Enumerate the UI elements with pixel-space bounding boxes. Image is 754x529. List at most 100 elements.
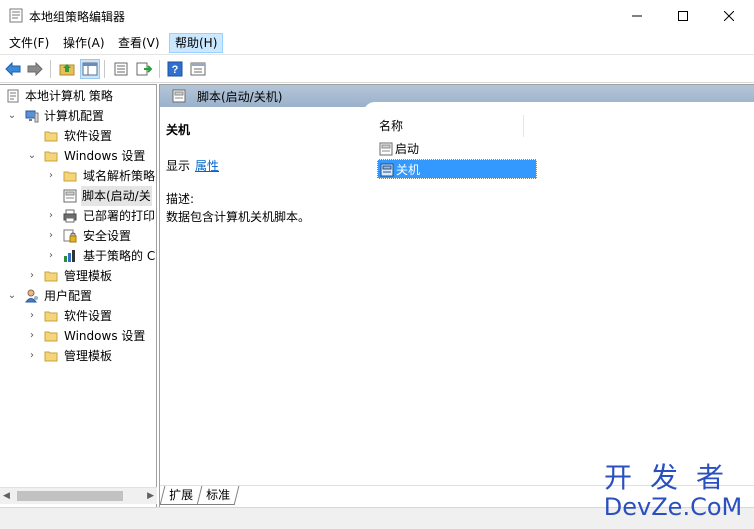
tree-item-user-config[interactable]: ⌄ 用户配置 [0,286,156,306]
console-view-button[interactable] [188,59,208,79]
title-bar: 本地组策略编辑器 [0,0,754,31]
extended-description-panel: 关机 显示 属性 描述: 数据包含计算机关机脚本。 [160,107,363,485]
items-list: 名称 启动 关机 [363,102,754,485]
tree-item-label: 用户配置 [44,289,93,303]
export-list-button[interactable] [134,59,154,79]
tab-label: 扩展 [169,488,194,502]
menu-view[interactable]: 查看(V) [113,33,165,53]
forward-button[interactable] [25,59,45,79]
tree-item-local-policy[interactable]: 本地计算机 策略 [0,86,156,106]
printer-icon [63,209,77,223]
menu-action[interactable]: 操作(A) [58,33,110,53]
chevron-right-icon[interactable]: › [27,306,37,326]
toolbar: ? [0,54,754,83]
tree-item-label: Windows 设置 [64,149,146,163]
chevron-right-icon[interactable]: › [46,226,56,246]
script-icon [63,189,77,203]
selected-item-title: 关机 [166,123,191,137]
script-icon [379,142,393,156]
tab-extended[interactable]: 扩展 [159,486,203,505]
column-divider[interactable] [523,115,524,137]
back-button[interactable] [3,59,23,79]
chevron-right-icon[interactable]: › [46,246,56,266]
maximize-button[interactable] [660,0,706,31]
toolbar-separator [159,60,160,78]
folder-icon [44,131,58,142]
tree-item-name-resolution[interactable]: › 域名解析策略 [0,166,156,186]
chevron-right-icon[interactable]: › [46,206,56,226]
toolbar-separator [50,60,51,78]
tree-item-label: 管理模板 [64,269,113,283]
menu-file[interactable]: 文件(F) [4,33,54,53]
menu-bar: 文件(F) 操作(A) 查看(V) 帮助(H) [0,31,754,54]
help-button[interactable]: ? [165,59,185,79]
tree-item-scripts[interactable]: 脚本(启动/关 [0,186,156,206]
close-button[interactable] [706,0,752,31]
bar-chart-icon [64,250,75,262]
tree-item-user-admin-templates[interactable]: › 管理模板 [0,346,156,366]
description-heading: 描述: [166,192,195,206]
chevron-right-icon[interactable]: › [27,346,37,366]
close-icon [724,10,734,21]
tree-horizontal-scrollbar[interactable]: ◀ ▶ [0,487,157,504]
folder-icon [44,151,58,162]
scroll-right-icon[interactable]: ▶ [147,491,154,501]
tree-item-label: 软件设置 [64,309,113,323]
tree-item-label: Windows 设置 [64,329,146,343]
show-hide-tree-icon [82,62,98,76]
description-text: 数据包含计算机关机脚本。 [166,210,311,224]
export-list-icon [136,62,152,76]
console-view-icon [190,62,206,76]
chevron-down-icon[interactable]: ⌄ [7,286,17,306]
policy-editor-icon [9,8,23,23]
forward-icon [27,62,43,76]
chevron-right-icon[interactable]: › [27,266,37,286]
up-folder-icon [59,64,75,76]
tree-item-label: 脚本(启动/关 [81,186,152,206]
scroll-left-icon[interactable]: ◀ [3,491,10,501]
tree-item-user-software-settings[interactable]: › 软件设置 [0,306,156,326]
up-button[interactable] [57,59,77,79]
tree-item-security-settings[interactable]: › 安全设置 [0,226,156,246]
tree-item-label: 本地计算机 策略 [25,89,113,103]
tree-item-windows-settings[interactable]: ⌄ Windows 设置 [0,146,156,166]
properties-icon [114,62,128,76]
tree-item-admin-templates[interactable]: › 管理模板 [0,266,156,286]
list-item-label: 启动 [395,142,420,156]
help-icon: ? [167,61,183,77]
user-icon [25,289,38,303]
toolbar-separator [104,60,105,78]
show-hide-tree-button[interactable] [80,59,100,79]
navigation-tree[interactable]: 本地计算机 策略 ⌄ 计算机配置 软件设置 ⌄ Windows 设置 › 域名解… [0,84,157,507]
tree-item-deployed-printers[interactable]: › 已部署的打印 [0,206,156,226]
svg-text:?: ? [172,64,179,76]
chevron-down-icon[interactable]: ⌄ [7,106,17,126]
tab-standard[interactable]: 标准 [197,486,240,505]
tree-item-computer-config[interactable]: ⌄ 计算机配置 [0,106,156,126]
list-item-shutdown[interactable]: 关机 [377,159,537,179]
tree-item-label: 软件设置 [64,129,113,143]
folder-icon [44,331,58,342]
policy-document-icon [7,89,19,103]
tree-item-user-windows-settings[interactable]: › Windows 设置 [0,326,156,346]
details-pane: 脚本(启动/关机) 关机 显示 属性 描述: 数据包含计算机关机脚本。 名称 启… [159,84,754,507]
column-header-name[interactable]: 名称 [379,117,403,134]
menu-help[interactable]: 帮助(H) [169,33,224,53]
watermark-logo: 开发者 DevZe.CoM [598,461,748,521]
minimize-button[interactable] [614,0,660,31]
tree-item-software-settings[interactable]: 软件设置 [0,126,156,146]
folder-icon [44,271,58,282]
chevron-right-icon[interactable]: › [46,166,56,186]
scrollbar-thumb[interactable] [17,491,123,501]
chevron-right-icon[interactable]: › [27,326,37,346]
tree-item-policy-qos[interactable]: › 基于策略的 C [0,246,156,266]
minimize-icon [632,15,642,16]
watermark-cn: 开发者 [603,461,742,494]
properties-link[interactable]: 属性 [195,157,219,174]
chevron-down-icon[interactable]: ⌄ [27,146,37,166]
list-item-label: 关机 [396,163,421,177]
show-label: 显示 [166,159,191,173]
properties-button[interactable] [111,59,131,79]
list-item-startup[interactable]: 启动 [377,139,553,159]
folder-icon [44,311,58,322]
